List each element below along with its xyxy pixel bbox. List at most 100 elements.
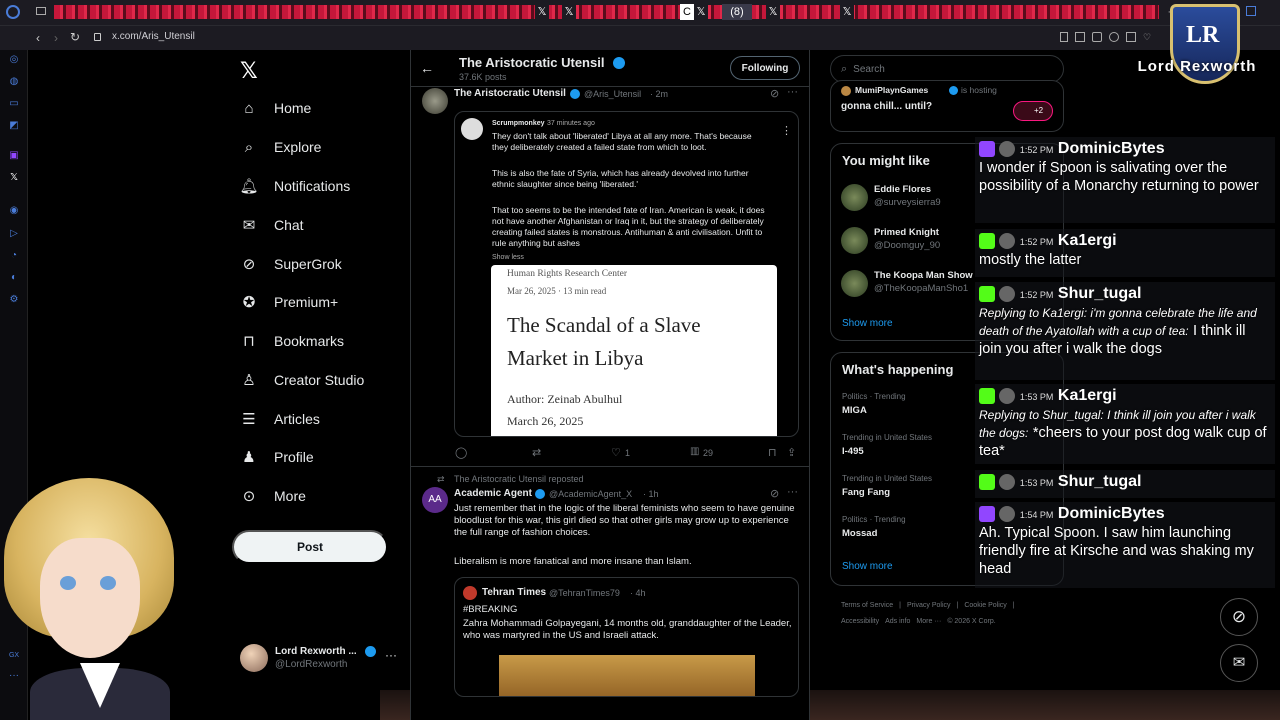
nav-item-articles[interactable]: ☰ Articles	[240, 404, 320, 434]
nav-item-explore[interactable]: ⌕ Explore	[240, 132, 322, 162]
tweet-more-icon[interactable]: ···	[787, 86, 798, 98]
c-tab-icon[interactable]: C	[680, 4, 694, 20]
x-tab-icon[interactable]: 𝕏	[694, 4, 708, 20]
sidebar-icon[interactable]: ◔	[8, 250, 20, 262]
quote-time: 37 minutes ago	[547, 120, 595, 127]
tweet-time[interactable]: · 1h	[643, 489, 659, 499]
tweet-time[interactable]: · 2m	[650, 89, 668, 99]
tweet-more-icon[interactable]: ···	[787, 486, 798, 498]
avatar	[999, 140, 1016, 157]
spaces-card[interactable]: MumiPlaynGames is hosting gonna chill...…	[830, 80, 1064, 132]
spaces-host: MumiPlaynGames	[855, 85, 929, 95]
x-tab-icon[interactable]: 𝕏	[840, 4, 854, 20]
like-icon[interactable]: ♡	[611, 446, 621, 459]
account-more-icon[interactable]: ···	[385, 648, 397, 662]
nav-item-profile[interactable]: ♟ Profile	[240, 442, 313, 472]
share-icon[interactable]: ⇪	[787, 446, 796, 459]
search-input[interactable]: ⌕ Search	[830, 55, 1064, 83]
footer-link[interactable]: © 2026 X Corp.	[947, 614, 995, 630]
bookmark-page-icon[interactable]	[1092, 32, 1102, 42]
nav-item-chat[interactable]: ✉ Chat	[240, 210, 304, 240]
following-button[interactable]: Following	[730, 56, 800, 80]
x-icon[interactable]: 𝕏	[8, 172, 20, 184]
nav-item-more[interactable]: ⊙ More	[240, 481, 306, 511]
trend-context: Trending in United States	[842, 433, 932, 442]
quote-author: Tehran Times	[482, 587, 547, 598]
quote-menu-icon: ⋮	[781, 125, 792, 137]
nav-item-creator-studio[interactable]: ♙ Creator Studio	[240, 365, 364, 395]
shield-icon[interactable]	[1109, 32, 1119, 42]
footer-link[interactable]: Accessibility	[841, 614, 879, 630]
footer-link[interactable]: Terms of Service	[841, 598, 893, 614]
footer-link[interactable]: |	[1013, 598, 1015, 614]
vtuber-avatar	[0, 478, 190, 720]
tweet-handle[interactable]: @AcademicAgent_X	[549, 489, 632, 499]
bookmark-icon[interactable]: ⊓	[768, 446, 777, 459]
show-more-link[interactable]: Show more	[842, 318, 893, 329]
back-icon[interactable]: ‹	[36, 31, 40, 45]
account-switcher[interactable]: Lord Rexworth ... @LordRexworth ···	[240, 644, 405, 674]
repost-icon: ⇄	[437, 474, 445, 484]
x-tab-icon[interactable]: 𝕏	[562, 4, 576, 20]
sidebar-icon[interactable]: ▷	[8, 228, 20, 240]
sidebar-icon[interactable]: ◐	[8, 272, 20, 284]
sidebar-icon[interactable]: ▭	[8, 98, 20, 110]
messages-float-button[interactable]: ✉	[1220, 644, 1258, 682]
sidebar-icon[interactable]: ◍	[8, 76, 20, 88]
quoted-screenshot[interactable]: Scrumpmonkey 37 minutes ago ⋮ They don't…	[454, 111, 799, 437]
sidebar-icon[interactable]: ◉	[8, 205, 20, 217]
quote-paragraph: They don't talk about 'liberated' Libya …	[492, 131, 752, 152]
grok-icon[interactable]: ⊘	[770, 87, 779, 100]
quoted-tweet[interactable]: Tehran Times @TehranTimes79 · 4h #BREAKI…	[454, 577, 799, 697]
twitch-icon[interactable]: ▣	[8, 150, 20, 162]
tab-strip[interactable]	[54, 5, 1159, 19]
footer-link[interactable]: Ads info	[885, 614, 910, 630]
trend-name: I-495	[842, 446, 864, 457]
footer-link[interactable]: Privacy Policy	[907, 598, 951, 614]
x-logo-icon[interactable]: 𝕏	[240, 58, 258, 84]
nav-label: More	[274, 488, 306, 504]
nav-item-supergrok[interactable]: ⊘ SuperGrok	[240, 249, 342, 279]
screenshot-icon[interactable]	[1075, 32, 1085, 42]
reload-icon[interactable]: ↻	[70, 30, 80, 44]
tweet-author[interactable]: The Aristocratic Utensil	[454, 88, 566, 99]
show-more-link[interactable]: Show more	[842, 561, 893, 572]
avatar[interactable]: AA	[422, 487, 448, 513]
grok-float-button[interactable]: ⊘	[1220, 598, 1258, 636]
footer-link[interactable]: More ···	[916, 614, 941, 630]
nav-item-bookmarks[interactable]: ⊓ Bookmarks	[240, 326, 344, 356]
grok-icon[interactable]: ⊘	[770, 487, 779, 500]
avatar[interactable]	[422, 88, 448, 114]
footer-link[interactable]: Cookie Policy	[964, 598, 1006, 614]
footer-link[interactable]: |	[899, 598, 901, 614]
active-tab[interactable]: (8)	[722, 4, 752, 20]
tweet-author[interactable]: Academic Agent	[454, 488, 532, 499]
pin-icon[interactable]	[1060, 32, 1068, 42]
suggestion-handle: @surveysierra9	[874, 197, 941, 208]
avatar	[999, 285, 1016, 302]
nav-item-notifications[interactable]: 🔔︎ Notifications	[239, 171, 350, 201]
trend-name: Fang Fang	[842, 487, 891, 498]
settings-icon[interactable]: ⚙	[8, 294, 20, 306]
nav-item-home[interactable]: ⌂ Home	[240, 93, 311, 123]
forward-icon[interactable]: ›	[54, 31, 58, 45]
tab-badge: (8)	[730, 6, 744, 18]
download-icon[interactable]	[1126, 32, 1136, 42]
x-tab-icon[interactable]: 𝕏	[535, 4, 549, 20]
address-field[interactable]: x.com/Aris_Utensil	[112, 31, 195, 42]
repost-icon[interactable]: ⇄	[532, 446, 541, 459]
x-tab-icon[interactable]: 𝕏	[766, 4, 780, 20]
chat-message: 1:52 PM DominicBytes I wonder if Spoon is…	[975, 137, 1275, 223]
nav-item-premium-[interactable]: ✪ Premium+	[240, 287, 338, 317]
post-button[interactable]: Post	[232, 530, 388, 564]
sidebar-icon[interactable]: ◎	[8, 54, 20, 66]
back-arrow-icon[interactable]: ←	[420, 60, 434, 76]
tweet-handle[interactable]: @Aris_Utensil	[584, 89, 641, 99]
views-icon[interactable]: ▥	[690, 446, 699, 457]
repost-label[interactable]: The Aristocratic Utensil reposted	[454, 474, 584, 484]
tab-overview-icon[interactable]	[36, 7, 46, 15]
reply-icon[interactable]: ◯	[455, 446, 467, 459]
kick-icon	[979, 387, 995, 404]
footer-link[interactable]: |	[957, 598, 959, 614]
sidebar-icon[interactable]: ◩	[8, 120, 20, 132]
